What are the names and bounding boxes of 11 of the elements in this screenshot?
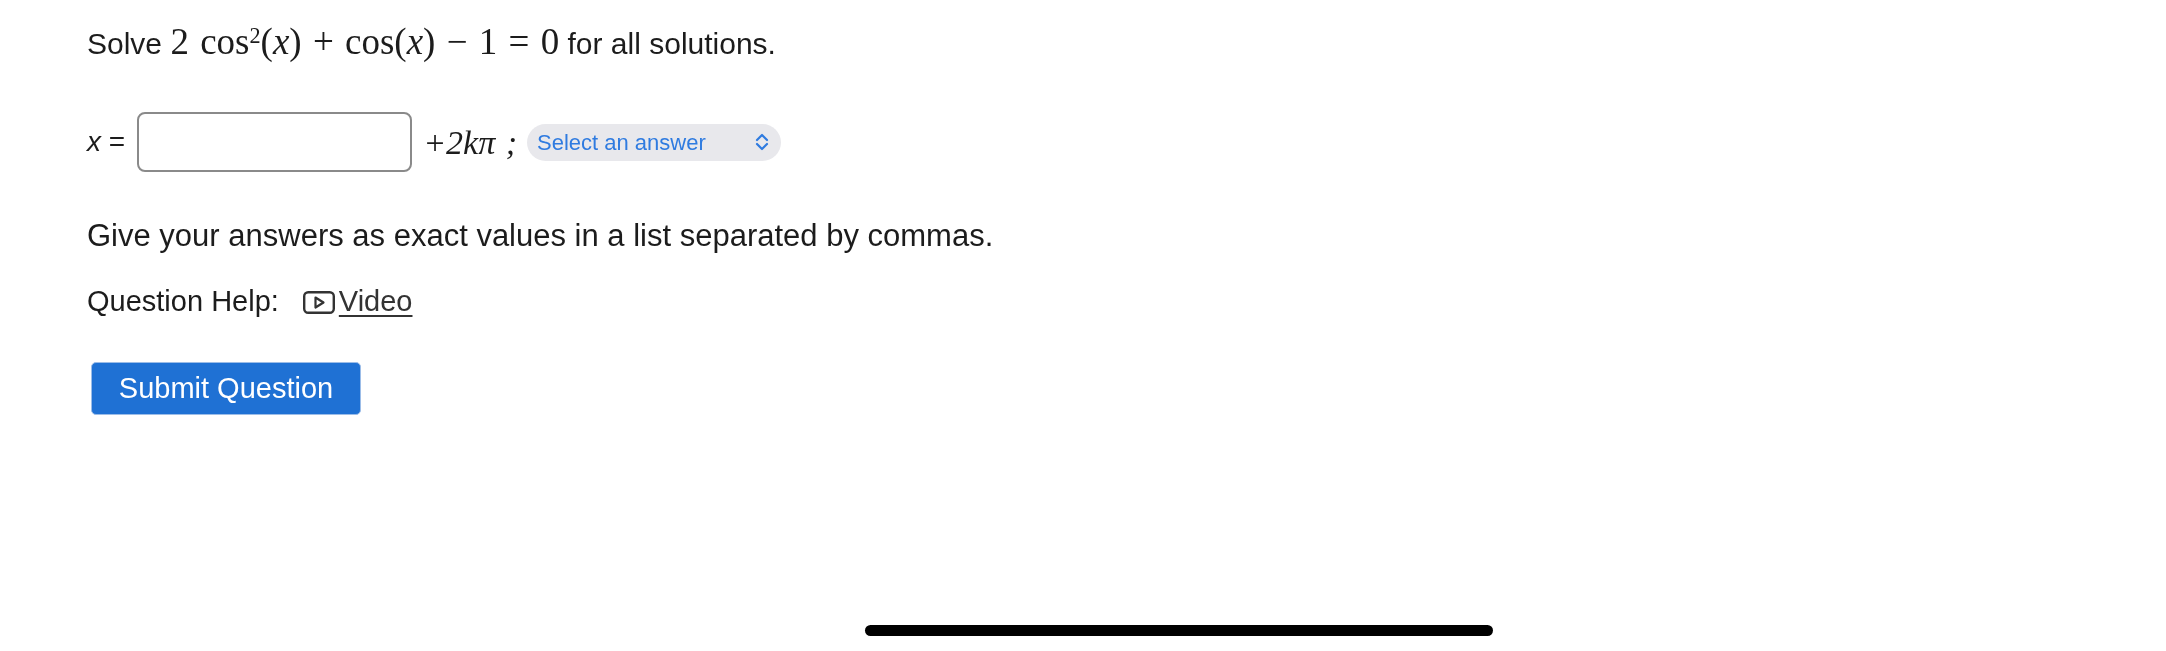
video-play-icon [302,290,335,314]
up-down-chevron-icon [755,133,770,151]
answer-label: x = [87,125,126,159]
period-term: +2kπ ; [423,122,518,163]
submit-question-button[interactable]: Submit Question [91,362,361,415]
answer-dropdown[interactable]: Select an answer [527,123,782,161]
answer-input-field[interactable] [137,112,413,172]
question-text: Solve 2 cos$^{2}$(x) + cos(x) − 1 = 0 for all solutions. [87,20,776,64]
help-label: Question Help: [87,284,279,320]
video-link[interactable]: Video [302,280,413,324]
instructions-text: Give your answers as exact values in a list separated by commas. [87,217,994,255]
